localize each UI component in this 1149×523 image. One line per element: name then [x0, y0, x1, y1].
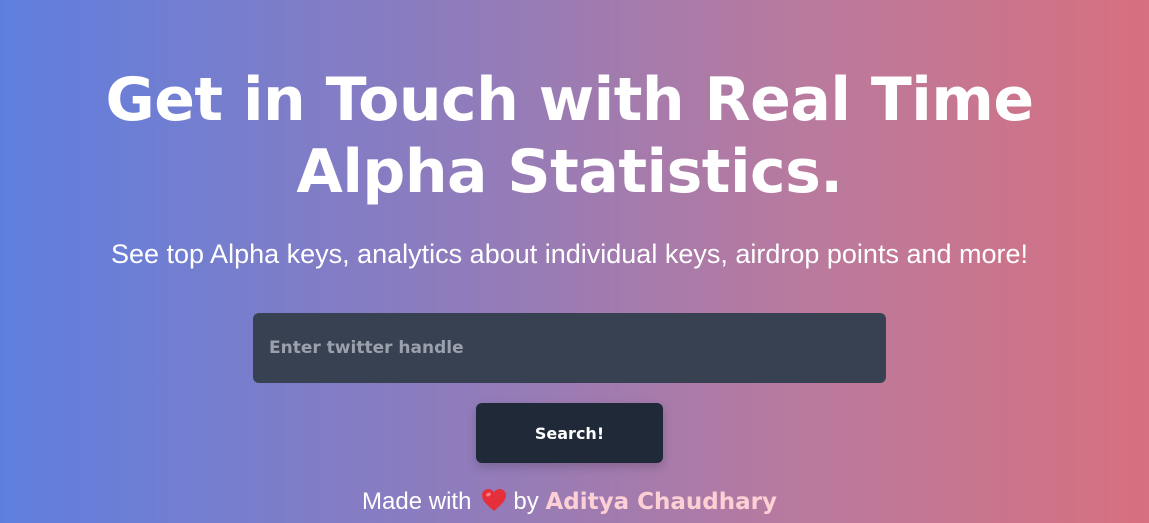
search-button[interactable]: Search! — [476, 403, 663, 463]
page-title-line-2: Alpha Statistics. — [296, 137, 843, 207]
page-subtitle: See top Alpha keys, analytics about indi… — [110, 239, 1029, 269]
page-title-line-1: Get in Touch with Real Time — [105, 65, 1034, 135]
footer-made-with-text: Made with — [362, 488, 472, 515]
heart-icon — [481, 488, 507, 512]
page-title: Get in Touch with Real Time Alpha Statis… — [0, 64, 1139, 208]
footer-credit: Made with by Aditya Chaudhary — [0, 485, 1139, 519]
twitter-handle-input[interactable] — [253, 313, 886, 383]
footer-by-text: by — [513, 488, 539, 515]
hero-section: Get in Touch with Real Time Alpha Statis… — [0, 0, 1149, 523]
author-link[interactable]: Aditya Chaudhary — [545, 489, 777, 515]
